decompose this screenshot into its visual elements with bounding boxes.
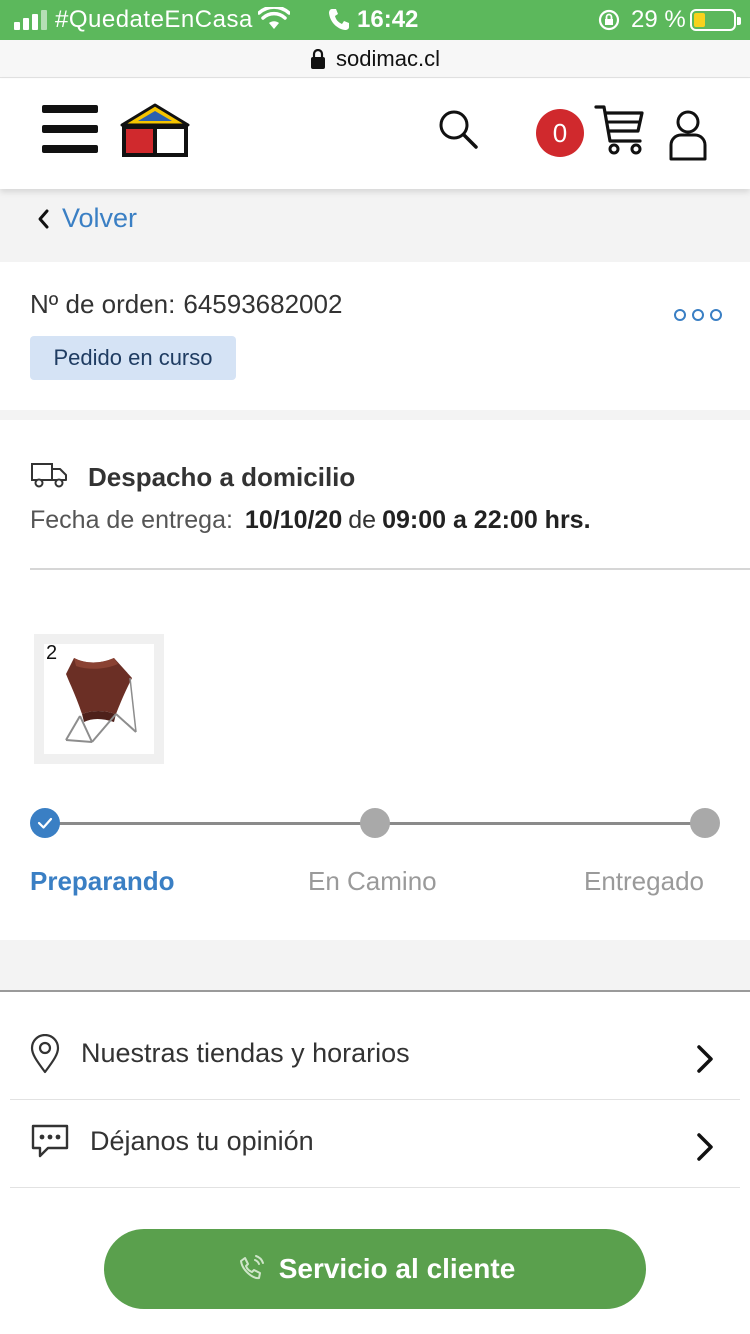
back-bar: Volver bbox=[0, 189, 750, 262]
clock: 16:42 bbox=[357, 6, 419, 33]
step-dot-en-camino bbox=[360, 808, 390, 838]
order-number: Nº de orden: 64593682002 bbox=[30, 289, 342, 320]
customer-service-button[interactable]: Servicio al cliente bbox=[104, 1229, 646, 1309]
wifi-icon bbox=[258, 7, 290, 29]
carrier-label: #QuedateEnCasa bbox=[55, 6, 253, 33]
chevron-right-icon bbox=[697, 1133, 713, 1161]
divider bbox=[30, 568, 750, 570]
order-number-value: 64593682002 bbox=[183, 289, 343, 319]
status-badge: Pedido en curso bbox=[30, 336, 236, 380]
url-bar[interactable]: sodimac.cl bbox=[0, 40, 750, 78]
delivery-date: Fecha de entrega: 10/10/20 de 09:00 a 22:00… bbox=[30, 506, 591, 535]
step-label-preparando: Preparando bbox=[30, 866, 175, 896]
customer-service-label: Servicio al cliente bbox=[278, 1253, 516, 1284]
phone-support-icon bbox=[239, 1255, 264, 1280]
step-dot-preparando bbox=[30, 808, 60, 838]
order-summary: Nº de orden: 64593682002 Pedido en curso bbox=[0, 262, 750, 410]
menu-icon[interactable] bbox=[42, 105, 98, 155]
delivery-hours: 09:00 a 22:00 hrs. bbox=[382, 506, 591, 534]
back-label: Volver bbox=[62, 203, 138, 233]
truck-icon bbox=[31, 463, 67, 488]
logo-icon[interactable] bbox=[120, 103, 190, 159]
feedback-link[interactable]: Déjanos tu opinión bbox=[10, 1100, 740, 1188]
order-number-label: Nº de orden: bbox=[30, 289, 176, 319]
lock-icon bbox=[311, 49, 326, 69]
delivery-section: Despacho a domicilio Fecha de entrega: 10… bbox=[0, 420, 750, 940]
signal-icon bbox=[14, 10, 50, 30]
step-label-en-camino: En Camino bbox=[308, 866, 437, 896]
chevron-left-icon bbox=[38, 209, 49, 228]
chevron-right-icon bbox=[697, 1045, 713, 1073]
battery-icon bbox=[690, 9, 741, 31]
battery-percent: 29 % bbox=[631, 6, 686, 33]
section-divider bbox=[0, 410, 750, 420]
phone-icon bbox=[329, 9, 349, 30]
back-button[interactable]: Volver bbox=[36, 203, 137, 234]
stores-label: Nuestras tiendas y horarios bbox=[81, 1038, 410, 1068]
delivery-title: Despacho a domicilio bbox=[88, 462, 356, 492]
user-icon[interactable] bbox=[668, 109, 708, 161]
stores-link[interactable]: Nuestras tiendas y horarios bbox=[10, 1012, 740, 1100]
cart-count-badge[interactable]: 0 bbox=[536, 109, 584, 157]
location-pin-icon bbox=[30, 1034, 60, 1074]
cart-icon[interactable] bbox=[594, 103, 646, 157]
search-icon[interactable] bbox=[436, 107, 480, 151]
section-divider-gray bbox=[0, 940, 750, 992]
chat-bubble-icon bbox=[31, 1124, 69, 1158]
delivery-date-connector: de bbox=[348, 506, 377, 534]
more-options-icon[interactable] bbox=[674, 308, 722, 322]
status-bar: #QuedateEnCasa 16:42 29 % bbox=[0, 0, 750, 40]
product-image bbox=[44, 644, 154, 754]
feedback-label: Déjanos tu opinión bbox=[90, 1126, 314, 1156]
rotation-lock-icon bbox=[598, 9, 620, 31]
url-text: sodimac.cl bbox=[336, 46, 440, 71]
delivery-date-value: 10/10/20 bbox=[244, 506, 343, 534]
check-icon bbox=[37, 817, 53, 829]
step-dot-entregado bbox=[690, 808, 720, 838]
site-header: 0 bbox=[0, 79, 750, 189]
product-thumbnail[interactable]: 2 bbox=[34, 634, 164, 764]
product-quantity: 2 bbox=[46, 642, 58, 664]
order-progress bbox=[30, 808, 720, 838]
step-label-entregado: Entregado bbox=[584, 866, 704, 896]
delivery-date-label: Fecha de entrega: bbox=[30, 506, 233, 534]
